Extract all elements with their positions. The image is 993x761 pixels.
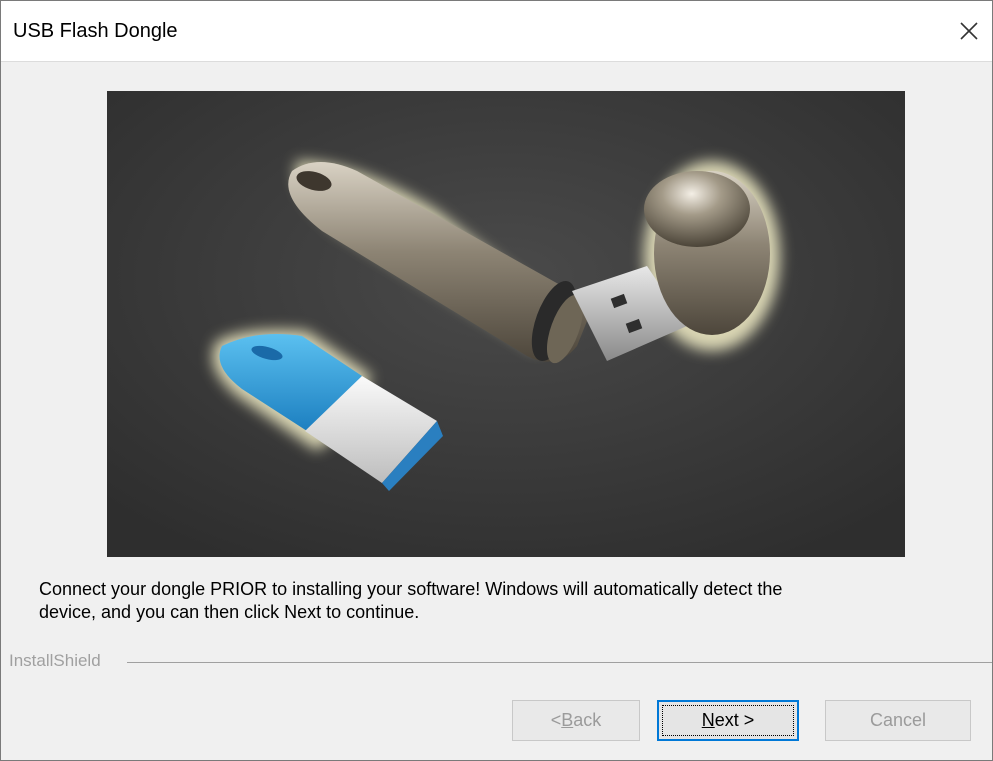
back-button-accelerator: B xyxy=(561,710,574,730)
instruction-line-1: Connect your dongle PRIOR to installing … xyxy=(39,579,783,599)
back-button-prefix: < xyxy=(550,710,562,730)
close-button[interactable] xyxy=(946,1,992,61)
back-button-rest: ack xyxy=(573,710,602,730)
window-title: USB Flash Dongle xyxy=(13,20,178,42)
installshield-label: InstallShield xyxy=(9,651,109,671)
usb-dongle-photo xyxy=(107,91,905,557)
next-button[interactable]: N ext > xyxy=(657,700,799,741)
group-divider xyxy=(127,662,992,663)
focus-ring xyxy=(662,705,794,736)
dongle-image xyxy=(107,91,905,557)
title-bar[interactable]: USB Flash Dongle xyxy=(1,1,992,62)
close-icon xyxy=(960,22,978,40)
instruction-text: Connect your dongle PRIOR to installing … xyxy=(39,578,939,624)
instruction-line-2: device, and you can then click Next to c… xyxy=(39,602,420,622)
cancel-button-label: Cancel xyxy=(869,710,927,730)
cancel-button[interactable]: Cancel xyxy=(825,700,971,741)
back-button[interactable]: < B ack xyxy=(512,700,640,741)
installer-window: USB Flash Dongle Connect your dongle PRI… xyxy=(0,0,993,761)
